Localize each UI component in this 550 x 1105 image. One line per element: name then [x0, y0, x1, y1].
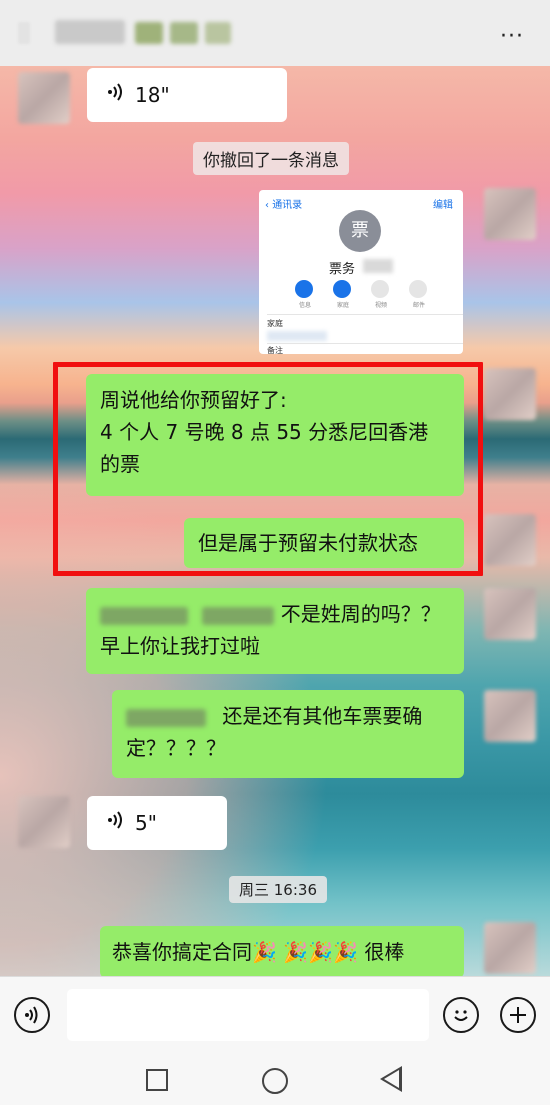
- voice-wave-icon: [107, 809, 125, 841]
- contact-row-family: 家庭: [267, 319, 283, 328]
- message-text: 不是姓周的吗？？: [280, 602, 441, 626]
- message-text: 定？？？？: [126, 736, 226, 760]
- avatar[interactable]: [18, 796, 70, 848]
- recent-apps-icon[interactable]: [146, 1069, 168, 1091]
- avatar[interactable]: [484, 368, 536, 420]
- input-bar: [0, 976, 550, 1056]
- chat-title-redacted: [135, 22, 163, 44]
- message-bubble[interactable]: 还是还有其他车票要确 定？？？？: [112, 690, 464, 778]
- avatar[interactable]: [484, 188, 536, 240]
- contact-action-label: 视频: [375, 302, 388, 309]
- redacted-text: [100, 606, 188, 625]
- voice-message-bubble[interactable]: 5": [87, 796, 227, 850]
- highlight-box: [53, 362, 483, 576]
- back-icon[interactable]: [380, 1066, 402, 1092]
- mail-icon: [409, 280, 427, 298]
- plus-icon[interactable]: [500, 997, 536, 1033]
- message-icon: [295, 280, 313, 298]
- avatar[interactable]: [484, 514, 536, 566]
- chat-header: ···: [0, 0, 550, 66]
- message-bubble[interactable]: 不是姓周的吗？？ 早上你让我打过啦: [86, 588, 464, 674]
- avatar[interactable]: [18, 72, 70, 124]
- contact-action-label: 家庭: [337, 302, 350, 309]
- contact-action-label: 邮件: [413, 302, 426, 309]
- home-icon[interactable]: [262, 1068, 288, 1094]
- voice-wave-icon: [107, 81, 125, 113]
- more-dots-icon[interactable]: ···: [500, 24, 524, 49]
- emoji-icon[interactable]: [443, 997, 479, 1033]
- video-icon: [371, 280, 389, 298]
- redacted-text: [126, 708, 206, 727]
- voice-duration: 5": [135, 811, 157, 835]
- system-notice: 你撤回了一条消息: [193, 142, 349, 175]
- avatar[interactable]: [484, 922, 536, 974]
- chat-title-redacted: [205, 22, 231, 44]
- voice-toggle-icon[interactable]: [14, 997, 50, 1033]
- contact-action-label: 信息: [299, 302, 312, 309]
- contact-screenshot-image[interactable]: ‹ 通讯录 编辑 票 票务 信息 家庭 视频 邮件 家庭 备注: [259, 190, 463, 354]
- contact-row-note: 备注: [267, 346, 283, 354]
- contact-avatar: 票: [339, 210, 381, 252]
- voice-message-bubble[interactable]: 18": [87, 68, 287, 122]
- phone-icon: [333, 280, 351, 298]
- message-text: 早上你让我打过啦: [100, 634, 260, 658]
- contact-back-link: ‹ 通讯录: [265, 200, 303, 211]
- contact-name: 票务: [329, 262, 356, 277]
- timestamp: 周三 16:36: [229, 876, 327, 903]
- message-bubble[interactable]: 恭喜你搞定合同🎉 🎉🎉🎉 很棒: [100, 926, 464, 976]
- android-nav-bar: [0, 1056, 550, 1105]
- divider: [267, 343, 463, 344]
- contact-number-redacted: [267, 331, 327, 341]
- redacted-text: [202, 606, 275, 625]
- message-text: 还是还有其他车票要确: [222, 704, 423, 728]
- back-arrow-icon[interactable]: [18, 22, 30, 44]
- divider: [267, 314, 463, 315]
- contact-name-redacted: [363, 259, 393, 273]
- message-text: 恭喜你搞定合同🎉 🎉🎉🎉 很棒: [112, 940, 405, 964]
- contact-edit-link: 编辑: [433, 200, 453, 211]
- voice-duration: 18": [135, 83, 170, 107]
- avatar[interactable]: [484, 588, 536, 640]
- avatar[interactable]: [484, 690, 536, 742]
- message-input[interactable]: [67, 989, 429, 1041]
- chat-title-redacted: [55, 20, 125, 44]
- chat-title-redacted: [170, 22, 198, 44]
